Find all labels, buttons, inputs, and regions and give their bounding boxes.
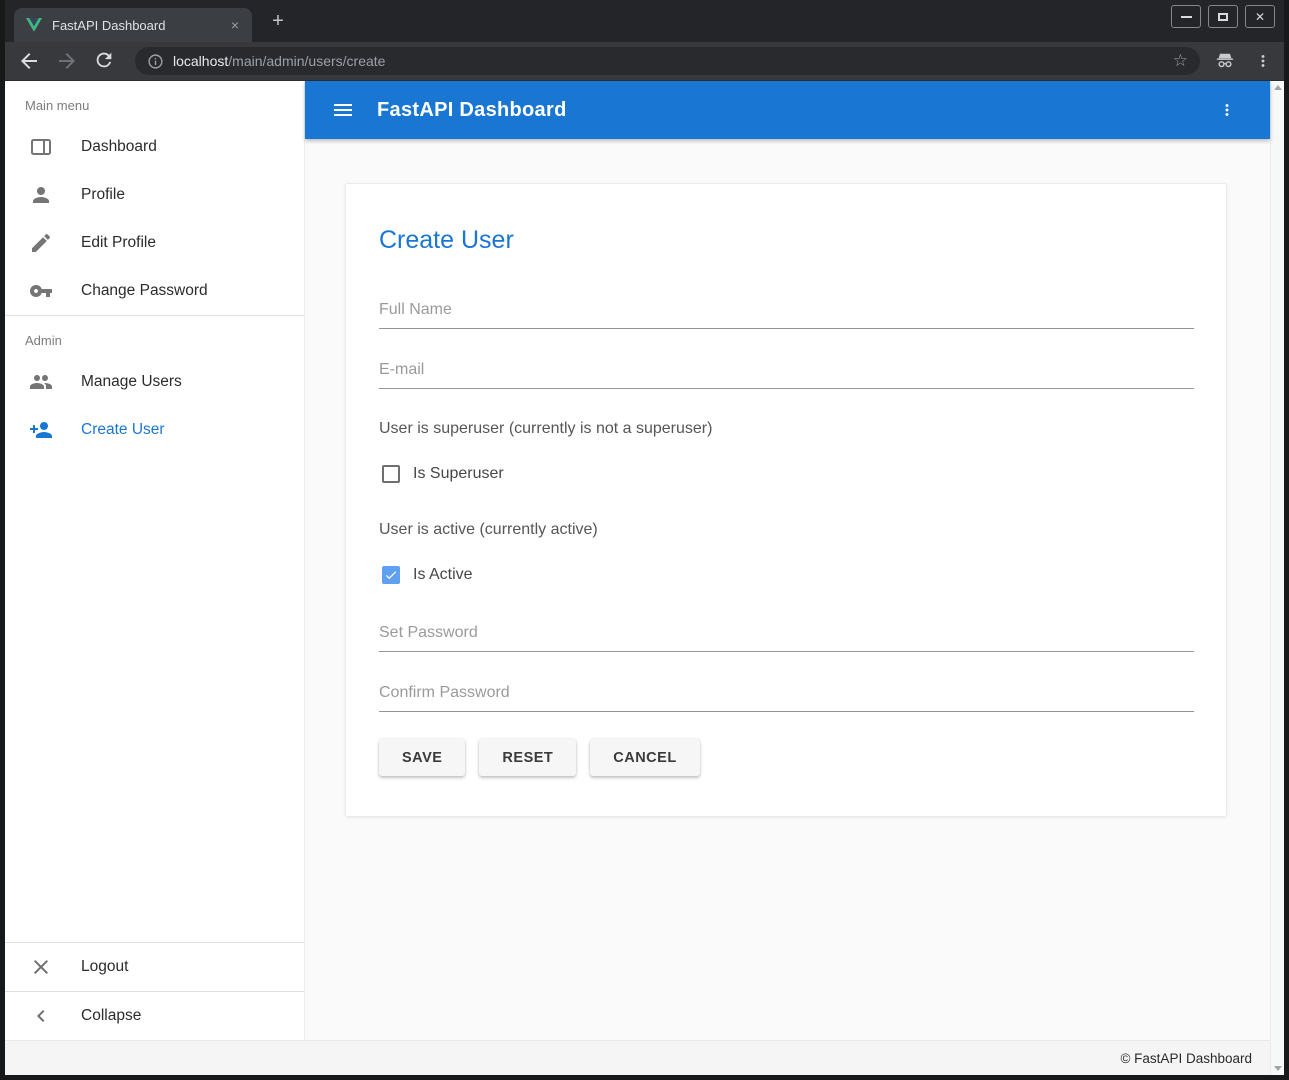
set-password-input[interactable] (379, 624, 1194, 652)
cancel-button[interactable]: CANCEL (590, 739, 699, 776)
app-title: FastAPI Dashboard (377, 99, 567, 122)
close-window-button[interactable]: ✕ (1245, 5, 1275, 28)
is-active-row: Is Active (379, 566, 1194, 584)
sidebar-item-change-password[interactable]: Change Password (5, 267, 304, 315)
dashboard-icon (29, 135, 53, 159)
sidebar-item-create-user[interactable]: Create User (5, 406, 304, 454)
hamburger-menu-icon[interactable] (331, 98, 355, 122)
sidebar-item-collapse[interactable]: Collapse (5, 992, 304, 1040)
address-bar[interactable]: localhost/main/admin/users/create ☆ (135, 47, 1200, 75)
confirm-password-input[interactable] (379, 684, 1194, 712)
key-icon (29, 279, 53, 303)
browser-toolbar: localhost/main/admin/users/create ☆ (5, 42, 1284, 81)
sidebar-item-profile[interactable]: Profile (5, 171, 304, 219)
sidebar-item-logout[interactable]: Logout (5, 943, 304, 991)
vue-favicon-icon (26, 18, 42, 32)
forward-icon[interactable] (55, 49, 79, 73)
tab-close-icon[interactable]: × (226, 16, 244, 34)
full-name-input[interactable] (379, 301, 1194, 329)
sidebar-section-header-admin: Admin (5, 316, 304, 358)
confirm-password-field-wrap (379, 684, 1194, 712)
is-superuser-checkbox[interactable] (382, 465, 400, 483)
form-actions: SAVE RESET CANCEL (379, 739, 1194, 776)
is-active-label[interactable]: Is Active (413, 566, 473, 584)
full-name-field-wrap (379, 301, 1194, 329)
tab-title: FastAPI Dashboard (52, 18, 226, 33)
scroll-down-arrow[interactable] (1274, 1066, 1282, 1071)
scroll-up-arrow[interactable] (1274, 85, 1282, 90)
reload-icon[interactable] (93, 49, 117, 73)
copyright-text: © FastAPI Dashboard (1120, 1051, 1252, 1066)
browser-menu-icon[interactable] (1254, 52, 1272, 70)
browser-window: FastAPI Dashboard × + ✕ localhost/main/a… (0, 0, 1289, 1080)
sidebar-section-header-main: Main menu (5, 81, 304, 123)
person-icon (29, 183, 53, 207)
incognito-icon (1214, 51, 1236, 71)
superuser-status-message: User is superuser (currently is not a su… (379, 420, 1194, 438)
sidebar-item-manage-users[interactable]: Manage Users (5, 358, 304, 406)
content-area: Create User User is superuser (currently… (305, 139, 1270, 1040)
create-user-card: Create User User is superuser (currently… (345, 183, 1227, 817)
window-controls: ✕ (1171, 5, 1275, 28)
page-info-icon[interactable] (147, 53, 164, 70)
vertical-scrollbar[interactable] (1270, 81, 1284, 1075)
page-title: Create User (379, 226, 1194, 255)
is-active-checkbox[interactable] (382, 566, 400, 584)
url-text: localhost/main/admin/users/create (173, 53, 385, 69)
save-button[interactable]: SAVE (379, 739, 465, 776)
back-icon[interactable] (17, 49, 41, 73)
app-bar: FastAPI Dashboard (305, 81, 1270, 139)
page: Main menu Dashboard Profile (5, 81, 1284, 1075)
chevron-left-icon (29, 1004, 53, 1028)
sidebar-item-edit-profile[interactable]: Edit Profile (5, 219, 304, 267)
appbar-menu-icon[interactable] (1218, 101, 1236, 119)
is-superuser-row: Is Superuser (379, 465, 1194, 483)
tab-strip: FastAPI Dashboard × + ✕ (5, 0, 1284, 42)
page-footer: © FastAPI Dashboard (5, 1040, 1270, 1075)
toolbar-right (1214, 51, 1272, 71)
bookmark-star-icon[interactable]: ☆ (1173, 51, 1188, 71)
minimize-button[interactable] (1171, 5, 1201, 28)
pencil-icon (29, 231, 53, 255)
main-area: FastAPI Dashboard Create User (305, 81, 1270, 1040)
is-superuser-label[interactable]: Is Superuser (413, 465, 504, 483)
maximize-button[interactable] (1208, 5, 1238, 28)
reset-button[interactable]: RESET (479, 739, 576, 776)
sidebar: Main menu Dashboard Profile (5, 81, 305, 1040)
active-status-message: User is active (currently active) (379, 521, 1194, 539)
email-input[interactable] (379, 361, 1194, 389)
email-field-wrap (379, 361, 1194, 389)
people-icon (29, 370, 53, 394)
new-tab-button[interactable]: + (266, 10, 290, 34)
browser-tab[interactable]: FastAPI Dashboard × (14, 8, 252, 42)
set-password-field-wrap (379, 624, 1194, 652)
close-x-icon (29, 955, 53, 979)
sidebar-item-dashboard[interactable]: Dashboard (5, 123, 304, 171)
person-add-icon (29, 418, 53, 442)
